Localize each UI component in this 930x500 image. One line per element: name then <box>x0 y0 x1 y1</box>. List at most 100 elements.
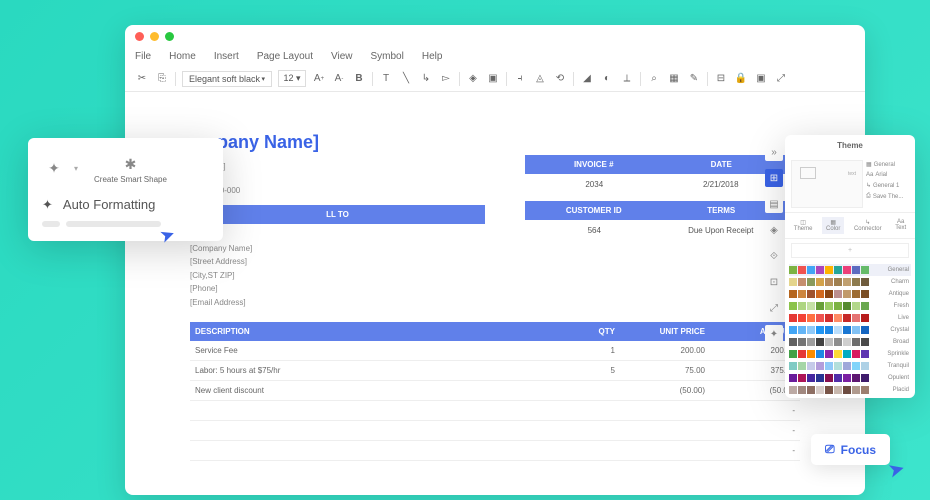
menu-page-layout[interactable]: Page Layout <box>257 51 313 62</box>
company-name: ompany Name] <box>190 132 800 153</box>
col-qty: QTY <box>570 322 620 341</box>
menu-insert[interactable]: Insert <box>214 51 239 62</box>
tab-text[interactable]: AaText <box>891 217 910 234</box>
palette-label: Antique <box>889 291 911 297</box>
minimize-icon[interactable] <box>150 32 159 41</box>
text-icon[interactable]: T <box>379 72 393 86</box>
decrease-size-icon[interactable]: A- <box>332 72 346 86</box>
table-row: - <box>190 420 800 440</box>
menu-help[interactable]: Help <box>422 51 443 62</box>
palette-label: Opulent <box>888 375 911 381</box>
expand-icon[interactable]: ⤢ <box>774 72 788 86</box>
auto-format-slider[interactable] <box>38 217 213 231</box>
table-row: Service Fee1200.00200.00 <box>190 341 800 361</box>
auto-formatting-item[interactable]: ✦ Auto Formatting <box>38 189 213 217</box>
palette-label: Charm <box>891 279 911 285</box>
customer-values: 564Due Upon Receipt <box>525 220 790 241</box>
sidetool-link-icon[interactable]: ⟐ <box>765 247 783 265</box>
cut-icon[interactable]: ✂ <box>135 72 149 86</box>
theme-tabs: ◫Theme ▦Color ↳Connector AaText <box>785 212 915 239</box>
arrange-icon[interactable]: ◬ <box>533 72 547 86</box>
fill-icon[interactable]: ◢ <box>580 72 594 86</box>
sidetool-image-icon[interactable]: ▤ <box>765 195 783 213</box>
bill-to-header: LL TO <box>190 205 485 224</box>
bold-icon[interactable]: B <box>352 72 366 86</box>
rotate-icon[interactable]: ⟲ <box>553 72 567 86</box>
palette-row[interactable]: Placid <box>789 384 911 396</box>
pointer-icon[interactable]: ▻ <box>439 72 453 86</box>
theme-preset[interactable]: ▦General <box>865 160 909 169</box>
table-icon[interactable]: ▦ <box>667 72 681 86</box>
auto-format-label: Auto Formatting <box>63 197 156 212</box>
group-icon[interactable]: ▣ <box>486 72 500 86</box>
palette-row[interactable]: Tranquil <box>789 360 911 372</box>
connector-icon[interactable]: ↳ <box>419 72 433 86</box>
font-name: Elegant soft black <box>189 74 260 84</box>
font-size[interactable]: 12 ▾ <box>278 70 306 87</box>
sidetool-sparkle-icon[interactable]: ✦ <box>765 325 783 343</box>
pen-icon[interactable]: ✎ <box>687 72 701 86</box>
menu-symbol[interactable]: Symbol <box>371 51 404 62</box>
palette-row[interactable]: Opulent <box>789 372 911 384</box>
theme-title: Theme <box>785 135 915 156</box>
theme-preset[interactable]: AaArial <box>865 171 909 179</box>
focus-label: Focus <box>841 443 876 457</box>
tab-color[interactable]: ▦Color <box>822 217 844 234</box>
sidetool-collapse-icon[interactable]: » <box>765 143 783 161</box>
increase-size-icon[interactable]: A+ <box>312 72 326 86</box>
smart-shape-icon[interactable]: ✱ <box>118 152 142 176</box>
auto-format-popup: ✦ ▾ ✱ Create Smart Shape ✦ Auto Formatti… <box>28 138 223 241</box>
menu-view[interactable]: View <box>331 51 353 62</box>
palette-row[interactable]: Charm <box>789 276 911 288</box>
palette-label: Tranquil <box>888 363 911 369</box>
theme-add-button[interactable]: + <box>791 243 909 258</box>
crop-icon[interactable]: ⟂ <box>620 72 634 86</box>
palette-row[interactable]: Crystal <box>789 324 911 336</box>
sparkle-icon[interactable]: ✦ <box>42 156 66 180</box>
palette-row[interactable]: Broad <box>789 336 911 348</box>
table-row: New client discount(50.00)(50.00) <box>190 380 800 400</box>
theme-preset[interactable]: ⎙Save The... <box>865 192 909 201</box>
copy-icon[interactable]: ⎘ <box>155 72 169 86</box>
lock-icon[interactable]: 🔒 <box>734 72 748 86</box>
palette-label: Crystal <box>890 327 911 333</box>
theme-preset-list: ▦General AaArial ↳General 1 ⎙Save The... <box>865 160 909 208</box>
more-icon[interactable]: ▣ <box>754 72 768 86</box>
sidetool-layers-icon[interactable]: ◈ <box>765 221 783 239</box>
sidetool-expand-icon[interactable]: ⤢ <box>765 299 783 317</box>
menu-home[interactable]: Home <box>169 51 196 62</box>
line-icon[interactable]: ╲ <box>399 72 413 86</box>
distribute-icon[interactable]: ⊟ <box>714 72 728 86</box>
theme-preset[interactable]: ↳General 1 <box>865 181 909 190</box>
layers-icon[interactable]: ◈ <box>466 72 480 86</box>
invoice-values: 20342/21/2018 <box>525 174 790 195</box>
tab-theme[interactable]: ◫Theme <box>790 217 817 234</box>
invoice-header: INVOICE #DATE <box>525 155 790 174</box>
sidetool-grid-icon[interactable]: ⊞ <box>765 169 783 187</box>
palette-row[interactable]: Sprinkle <box>789 348 911 360</box>
col-unit-price: UNIT PRICE <box>620 322 710 341</box>
align-left-icon[interactable]: ⫞ <box>513 72 527 86</box>
search-icon[interactable]: ⌕ <box>647 72 661 86</box>
close-icon[interactable] <box>135 32 144 41</box>
palette-list: General Charm Antique FreshLive Crystal Broad… <box>785 262 915 398</box>
palette-row[interactable]: General <box>789 264 911 276</box>
shadow-icon[interactable]: ◐ <box>600 72 614 86</box>
theme-panel: Theme ▦General AaArial ↳General 1 ⎙Save … <box>785 135 915 398</box>
palette-row[interactable]: Live <box>789 312 911 324</box>
menu-file[interactable]: File <box>135 51 151 62</box>
palette-row[interactable]: Fresh <box>789 300 911 312</box>
font-select[interactable]: Elegant soft black▾ <box>182 71 272 87</box>
customer-header: CUSTOMER IDTERMS <box>525 201 790 220</box>
palette-label: Placid <box>893 387 911 393</box>
side-toolbar: » ⊞ ▤ ◈ ⟐ ⊡ ⤢ ✦ <box>763 143 785 343</box>
tab-connector[interactable]: ↳Connector <box>850 217 886 234</box>
sidetool-chart-icon[interactable]: ⊡ <box>765 273 783 291</box>
focus-button[interactable]: ⎚ Focus <box>811 434 890 465</box>
toolbar: ✂ ⎘ Elegant soft black▾ 12 ▾ A+ A- B T ╲… <box>125 66 865 92</box>
maximize-icon[interactable] <box>165 32 174 41</box>
create-smart-shape-label: Create Smart Shape <box>94 176 167 185</box>
theme-preview[interactable] <box>791 160 863 208</box>
menubar: File Home Insert Page Layout View Symbol… <box>125 47 865 66</box>
palette-row[interactable]: Antique <box>789 288 911 300</box>
